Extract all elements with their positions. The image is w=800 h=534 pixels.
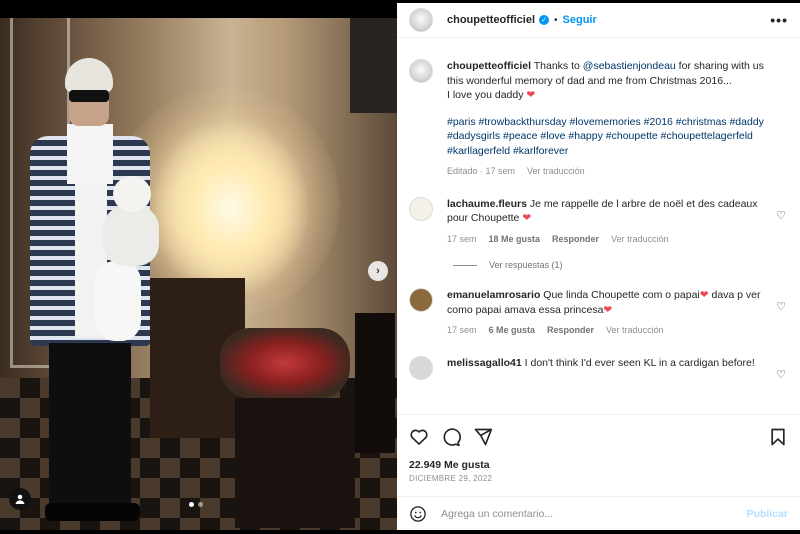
reply-button[interactable]: Responder: [547, 323, 594, 338]
likes-count[interactable]: 22.949 Me gusta: [397, 459, 800, 471]
post-header: choupetteofficiel ✓ • Seguir •••: [397, 3, 800, 38]
carousel-dot: [198, 502, 203, 507]
verified-badge-icon: ✓: [539, 15, 550, 25]
carousel-next-button[interactable]: ›: [368, 261, 388, 281]
emoji-icon[interactable]: [409, 505, 427, 523]
translate-link[interactable]: Ver traducción: [611, 232, 669, 247]
comment-input[interactable]: [441, 507, 747, 520]
caption-timestamp[interactable]: Editado · 17 sem: [447, 164, 515, 179]
post-photo: [0, 18, 397, 530]
carousel-dot: [189, 502, 194, 507]
comment-item: melissagallo41 I don't think I'd ever se…: [409, 355, 788, 381]
caption-username[interactable]: choupetteofficiel: [447, 60, 531, 72]
like-icon[interactable]: [409, 427, 429, 447]
bottom-border: [0, 530, 800, 534]
comment-username[interactable]: melissagallo41: [447, 357, 522, 369]
caption: choupetteofficiel Thanks to @sebastienjo…: [409, 39, 788, 179]
heart-emoji: ❤: [526, 89, 536, 101]
post-media[interactable]: ›: [0, 3, 397, 530]
comment-icon[interactable]: [441, 427, 461, 447]
avatar[interactable]: [409, 196, 433, 221]
publish-button[interactable]: Publicar: [747, 508, 788, 520]
avatar[interactable]: [409, 288, 433, 312]
author-username[interactable]: choupetteofficiel: [447, 14, 535, 26]
carousel-dots: [189, 502, 203, 507]
add-comment-bar: Publicar: [397, 496, 800, 530]
comments-list[interactable]: choupetteofficiel Thanks to @sebastienjo…: [397, 39, 800, 414]
mention-link[interactable]: @sebastienjondeau: [583, 60, 676, 72]
share-icon[interactable]: [473, 427, 493, 447]
comment-item: emanuelamrosario Que linda Choupette com…: [409, 288, 788, 338]
avatar[interactable]: [409, 355, 433, 380]
translate-link[interactable]: Ver traducción: [606, 323, 664, 338]
comment-username[interactable]: emanuelamrosario: [447, 289, 540, 301]
comment-username[interactable]: lachaume.fleurs: [447, 198, 527, 210]
avatar[interactable]: [409, 8, 433, 32]
avatar[interactable]: [409, 59, 433, 83]
hashtags[interactable]: #paris #trowbackthursday #lovememories #…: [447, 115, 777, 159]
post-date[interactable]: DICIEMBRE 29, 2022: [397, 471, 800, 483]
translate-link[interactable]: Ver traducción: [527, 164, 585, 179]
view-replies-button[interactable]: Ver respuestas (1): [453, 260, 788, 270]
chevron-right-icon: ›: [376, 265, 380, 277]
user-tag-icon[interactable]: [9, 488, 31, 510]
comment-like-icon[interactable]: ♡: [776, 209, 786, 222]
post-sidebar: choupetteofficiel ✓ • Seguir ••• choupet…: [397, 3, 800, 530]
comment-likes[interactable]: 18 Me gusta: [489, 232, 541, 247]
comment-like-icon[interactable]: ♡: [776, 300, 786, 313]
comment-like-icon[interactable]: ♡: [776, 368, 786, 381]
follow-button[interactable]: Seguir: [563, 14, 597, 26]
comment-item: lachaume.fleurs Je me rappelle de l arbr…: [409, 196, 788, 247]
comment-likes[interactable]: 6 Me gusta: [489, 323, 536, 338]
bookmark-icon[interactable]: [768, 427, 788, 447]
more-options-icon[interactable]: •••: [770, 12, 788, 28]
reply-button[interactable]: Responder: [552, 232, 599, 247]
